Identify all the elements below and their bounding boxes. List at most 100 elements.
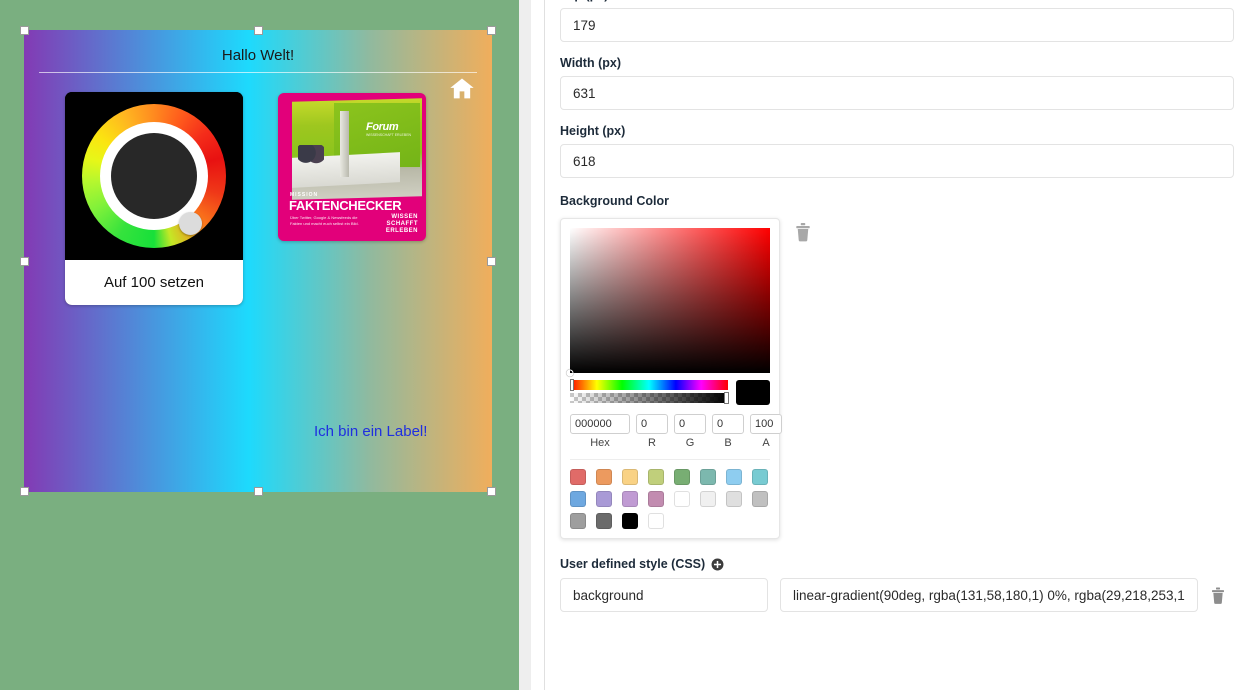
color-swatch[interactable] bbox=[570, 491, 586, 507]
color-swatch[interactable] bbox=[648, 491, 664, 507]
label-user-defined-style: User defined style (CSS) bbox=[560, 557, 706, 571]
color-swatch[interactable] bbox=[570, 469, 586, 485]
a-caption: A bbox=[762, 437, 770, 449]
set-to-100-button[interactable]: Auf 100 setzen bbox=[65, 260, 243, 305]
color-swatch[interactable] bbox=[622, 513, 638, 529]
resize-handle-top-left[interactable] bbox=[20, 26, 29, 35]
color-swatch[interactable] bbox=[596, 469, 612, 485]
g-input[interactable]: 0 bbox=[674, 414, 706, 434]
poster-claim-line-3: ERLEBEN bbox=[385, 228, 418, 234]
b-input[interactable]: 0 bbox=[712, 414, 744, 434]
poster-image[interactable]: Forum WISSENSCHAFT ERLEBEN MISSION FAKTE… bbox=[278, 93, 426, 241]
color-swatch[interactable] bbox=[726, 469, 742, 485]
color-swatch[interactable] bbox=[596, 491, 612, 507]
field-height-px: Height (px) 618 bbox=[560, 124, 1234, 178]
app-root: Hallo Welt! Auf 100 setzen Forum WISSENS… bbox=[0, 0, 1234, 690]
g-caption: G bbox=[685, 437, 695, 449]
color-swatch[interactable] bbox=[648, 469, 664, 485]
input-top-px[interactable]: 179 bbox=[560, 8, 1234, 42]
poster-claim: WISSEN SCHAFFT ERLEBEN bbox=[386, 214, 418, 235]
home-icon[interactable] bbox=[448, 75, 476, 103]
slider-stack bbox=[570, 379, 729, 404]
canvas-surface[interactable]: Hallo Welt! Auf 100 setzen Forum WISSENS… bbox=[24, 30, 492, 492]
poster-people bbox=[298, 145, 324, 171]
alpha-slider-thumb[interactable] bbox=[724, 392, 729, 404]
color-swatch[interactable] bbox=[622, 491, 638, 507]
color-sliders bbox=[570, 379, 770, 405]
color-swatch[interactable] bbox=[700, 469, 716, 485]
color-value-inputs: 000000 Hex 0 R 0 G 0 B 100 A bbox=[570, 414, 782, 449]
color-swatch[interactable] bbox=[622, 469, 638, 485]
label-width-px: Width (px) bbox=[560, 56, 621, 70]
label-height-px: Height (px) bbox=[560, 124, 626, 138]
knob-widget[interactable]: Auf 100 setzen bbox=[65, 92, 243, 305]
a-field-group: 100 A bbox=[750, 414, 782, 449]
canvas-text-label[interactable]: Ich bin ein Label! bbox=[314, 423, 427, 440]
b-field-group: 0 B bbox=[712, 414, 744, 449]
poster-body: Über Twitter, Google & Newsfeeds die Fak… bbox=[290, 215, 359, 226]
color-swatch[interactable] bbox=[570, 513, 586, 529]
resize-handle-bottom-right[interactable] bbox=[487, 487, 496, 496]
delete-css-rule-trash-icon[interactable] bbox=[1210, 586, 1226, 605]
poster-claim-line-1: WISSEN bbox=[391, 214, 418, 220]
label-background-color: Background Color bbox=[560, 194, 670, 208]
hue-slider[interactable] bbox=[570, 379, 728, 391]
selected-canvas-container[interactable]: Hallo Welt! Auf 100 setzen Forum WISSENS… bbox=[20, 26, 496, 496]
color-swatch[interactable] bbox=[726, 491, 742, 507]
user-style-row: background linear-gradient(90deg, rgba(1… bbox=[560, 578, 1234, 612]
input-width-px[interactable]: 631 bbox=[560, 76, 1234, 110]
hex-field-group: 000000 Hex bbox=[570, 414, 630, 449]
css-property-input[interactable]: background bbox=[560, 578, 768, 612]
color-swatch-grid[interactable] bbox=[570, 459, 770, 529]
resize-handle-middle-right[interactable] bbox=[487, 257, 496, 266]
css-value-input[interactable]: linear-gradient(90deg, rgba(131,58,180,1… bbox=[780, 578, 1198, 612]
r-caption: R bbox=[648, 437, 656, 449]
hex-caption: Hex bbox=[590, 437, 610, 449]
poster-title: FAKTENCHECKER bbox=[289, 198, 402, 213]
poster-column bbox=[340, 111, 349, 177]
hex-input[interactable]: 000000 bbox=[570, 414, 630, 434]
color-swatch[interactable] bbox=[674, 491, 690, 507]
color-preview-swatch bbox=[736, 380, 770, 405]
color-swatch[interactable] bbox=[752, 469, 768, 485]
field-width-px: Width (px) 631 bbox=[560, 56, 1234, 110]
knob-center bbox=[111, 133, 197, 219]
field-top-px: Top (px) 179 bbox=[560, 0, 1234, 42]
resize-handle-top-center[interactable] bbox=[254, 26, 263, 35]
a-input[interactable]: 100 bbox=[750, 414, 782, 434]
clear-background-color-trash-icon[interactable] bbox=[794, 222, 812, 242]
resize-handle-top-right[interactable] bbox=[487, 26, 496, 35]
plus-circle-icon[interactable] bbox=[711, 558, 724, 571]
resize-handle-bottom-center[interactable] bbox=[254, 487, 263, 496]
color-swatch[interactable] bbox=[700, 491, 716, 507]
stage-scrollbar-track[interactable] bbox=[519, 0, 531, 690]
r-field-group: 0 R bbox=[636, 414, 668, 449]
color-swatch[interactable] bbox=[752, 491, 768, 507]
knob-handle[interactable] bbox=[179, 212, 202, 235]
properties-panel: Top (px) 179 Width (px) 631 Height (px) … bbox=[545, 0, 1234, 690]
poster-claim-line-2: SCHAFFT bbox=[386, 221, 418, 227]
color-picker[interactable]: 000000 Hex 0 R 0 G 0 B 100 A bbox=[560, 218, 782, 539]
knob-dial[interactable] bbox=[65, 92, 243, 260]
color-swatch[interactable] bbox=[648, 513, 664, 529]
poster-brand: Forum bbox=[366, 121, 399, 133]
canvas-divider bbox=[39, 72, 477, 73]
label-top-px: Top (px) bbox=[560, 0, 1234, 2]
saturation-value-area[interactable] bbox=[566, 228, 770, 377]
sv-cursor[interactable] bbox=[566, 369, 574, 377]
user-style-header: User defined style (CSS) bbox=[560, 557, 1234, 571]
panel-edge-spacer bbox=[531, 0, 545, 690]
r-input[interactable]: 0 bbox=[636, 414, 668, 434]
resize-handle-bottom-left[interactable] bbox=[20, 487, 29, 496]
alpha-slider[interactable] bbox=[570, 392, 729, 404]
poster-brand-subtitle: WISSENSCHAFT ERLEBEN bbox=[366, 133, 412, 137]
b-caption: B bbox=[724, 437, 732, 449]
g-field-group: 0 G bbox=[674, 414, 706, 449]
color-swatch[interactable] bbox=[674, 469, 690, 485]
canvas-title: Hallo Welt! bbox=[221, 47, 295, 64]
design-stage[interactable]: Hallo Welt! Auf 100 setzen Forum WISSENS… bbox=[0, 0, 519, 690]
color-swatch[interactable] bbox=[596, 513, 612, 529]
resize-handle-middle-left[interactable] bbox=[20, 257, 29, 266]
hue-slider-thumb[interactable] bbox=[570, 379, 574, 391]
input-height-px[interactable]: 618 bbox=[560, 144, 1234, 178]
